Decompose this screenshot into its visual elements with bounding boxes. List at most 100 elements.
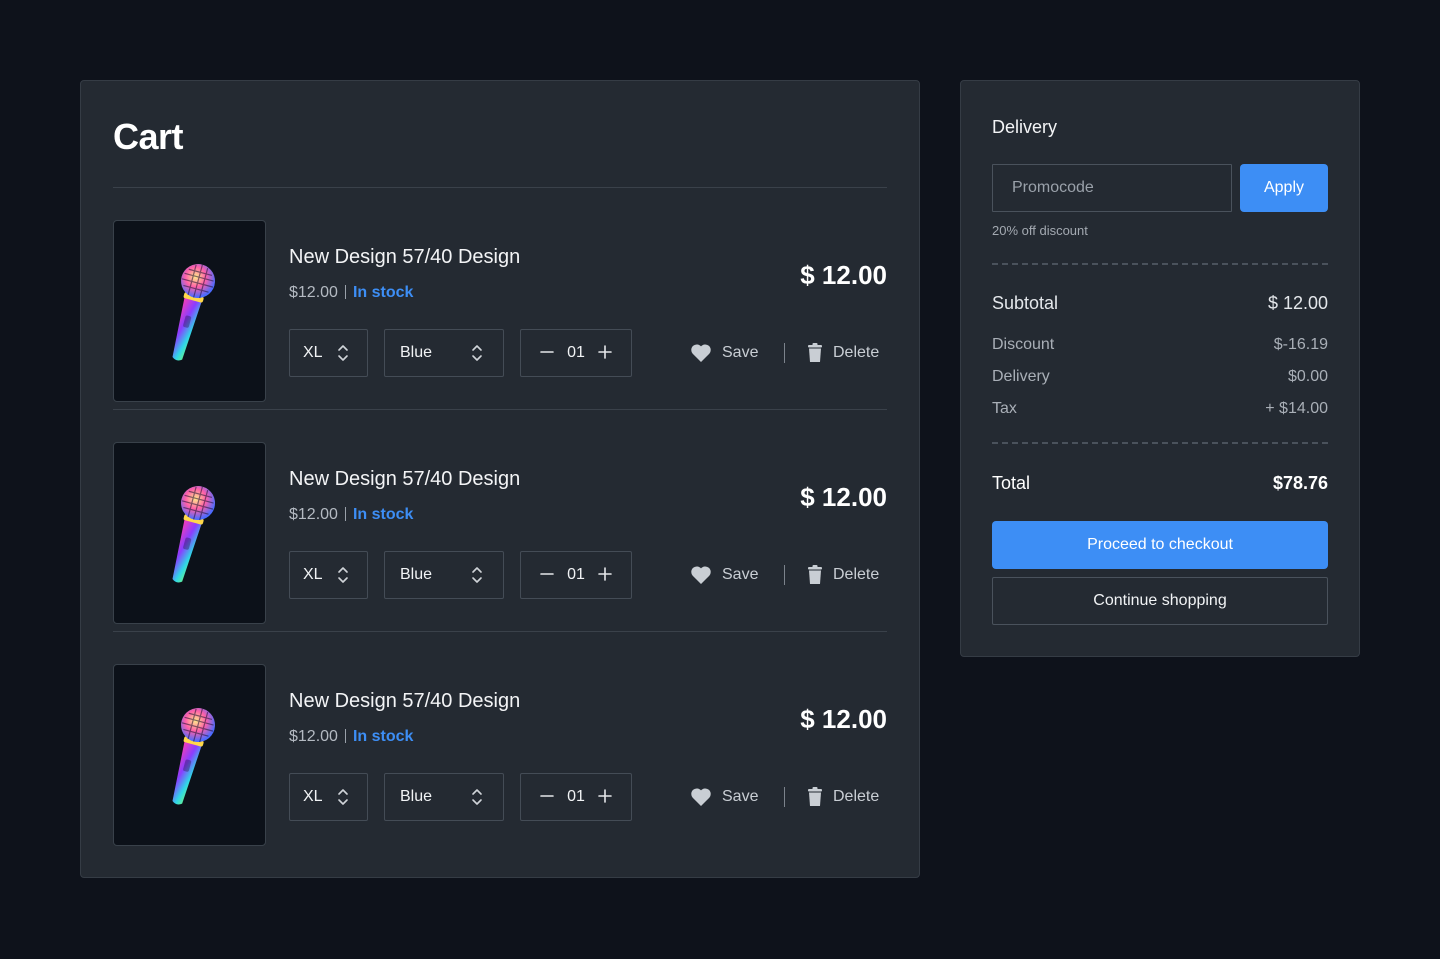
delete-button[interactable]: Delete	[807, 773, 879, 821]
color-value: Blue	[400, 566, 433, 583]
stock-status: In stock	[352, 728, 414, 745]
heart-icon	[691, 344, 711, 362]
plus-icon	[598, 345, 612, 359]
proceed-to-checkout-button[interactable]: Proceed to checkout	[992, 521, 1328, 569]
tax-value: + $14.00	[1265, 400, 1328, 417]
continue-shopping-button[interactable]: Continue shopping	[992, 577, 1328, 625]
discount-label: Discount	[992, 336, 1055, 353]
color-value: Blue	[400, 788, 433, 805]
product-image	[113, 220, 266, 402]
size-value: XL	[303, 344, 323, 361]
increase-quantity-button[interactable]	[590, 342, 620, 364]
product-name: New Design 57/40 Design	[289, 246, 521, 268]
delete-label: Delete	[833, 344, 880, 361]
subtotal-label: Subtotal	[992, 293, 1059, 313]
delivery-value: $0.00	[1287, 368, 1328, 385]
decrease-quantity-button[interactable]	[532, 564, 562, 586]
minus-icon	[540, 795, 554, 797]
microphone-icon	[171, 486, 215, 583]
color-value: Blue	[400, 344, 433, 361]
heart-icon	[691, 566, 711, 584]
product-name: New Design 57/40 Design	[289, 690, 521, 712]
delivery-label: Delivery	[992, 368, 1050, 385]
order-summary-panel: Delivery Apply 20% off discount Subtotal…	[960, 80, 1360, 657]
stock-status: In stock	[352, 506, 414, 523]
discount-row: Discount $-16.19	[992, 336, 1328, 354]
unit-price: $12.00	[289, 728, 338, 745]
subtotal-value: $ 12.00	[1267, 293, 1328, 313]
minus-icon	[540, 351, 554, 353]
cart-items: New Design 57/40 Design $12.00 In stock $…	[113, 188, 887, 854]
size-select[interactable]: XL	[289, 551, 368, 599]
divider	[344, 729, 346, 743]
quantity-value: 01	[567, 566, 585, 583]
tax-row: Tax + $14.00	[992, 400, 1328, 418]
item-total-price: $ 12.00	[800, 260, 887, 290]
quantity-value: 01	[567, 344, 585, 361]
quantity-stepper: 01	[520, 329, 632, 377]
chevron-updown-icon	[472, 789, 482, 805]
unit-price: $12.00	[289, 284, 338, 301]
divider	[992, 263, 1328, 265]
save-button[interactable]: Save	[690, 329, 758, 377]
minus-icon	[540, 573, 554, 575]
decrease-quantity-button[interactable]	[532, 342, 562, 364]
product-image	[113, 664, 266, 846]
color-select[interactable]: Blue	[384, 551, 504, 599]
trash-icon	[808, 787, 822, 806]
promo-hint: 20% off discount	[992, 223, 1088, 238]
chevron-updown-icon	[472, 567, 482, 583]
trash-icon	[808, 343, 822, 362]
delete-button[interactable]: Delete	[807, 551, 879, 599]
total-row: Total $78.76	[992, 473, 1328, 494]
decrease-quantity-button[interactable]	[532, 786, 562, 808]
item-total-price: $ 12.00	[800, 704, 887, 734]
save-button[interactable]: Save	[690, 551, 758, 599]
plus-icon	[598, 789, 612, 803]
divider	[784, 565, 785, 585]
delivery-row: Delivery $0.00	[992, 368, 1328, 386]
microphone-icon	[171, 708, 215, 805]
trash-icon	[808, 565, 822, 584]
heart-icon	[691, 788, 711, 806]
delivery-title: Delivery	[992, 117, 1058, 137]
total-label: Total	[992, 473, 1031, 493]
cart-item: New Design 57/40 Design $12.00 In stock $…	[113, 632, 887, 854]
increase-quantity-button[interactable]	[590, 564, 620, 586]
divider	[784, 787, 785, 807]
chevron-updown-icon	[338, 567, 348, 583]
product-meta: $12.00 In stock	[289, 506, 413, 524]
delete-label: Delete	[833, 566, 880, 583]
tax-label: Tax	[992, 400, 1017, 417]
divider	[784, 343, 785, 363]
cart-panel: Cart New Design 57/40 Design $12.00 In s…	[80, 80, 920, 878]
divider	[992, 442, 1328, 444]
product-meta: $12.00 In stock	[289, 728, 413, 746]
quantity-stepper: 01	[520, 773, 632, 821]
color-select[interactable]: Blue	[384, 773, 504, 821]
color-select[interactable]: Blue	[384, 329, 504, 377]
size-select[interactable]: XL	[289, 329, 368, 377]
plus-icon	[598, 567, 612, 581]
product-meta: $12.00 In stock	[289, 284, 413, 302]
divider	[344, 507, 346, 521]
chevron-updown-icon	[338, 789, 348, 805]
product-image	[113, 442, 266, 624]
total-value: $78.76	[1272, 473, 1328, 493]
delete-button[interactable]: Delete	[807, 329, 879, 377]
apply-promo-button[interactable]: Apply	[1240, 164, 1328, 212]
microphone-icon	[171, 264, 215, 361]
save-label: Save	[722, 344, 759, 361]
chevron-updown-icon	[472, 345, 482, 361]
save-label: Save	[722, 788, 759, 805]
quantity-value: 01	[567, 788, 585, 805]
subtotal-row: Subtotal $ 12.00	[992, 293, 1328, 314]
increase-quantity-button[interactable]	[590, 786, 620, 808]
size-value: XL	[303, 788, 323, 805]
cart-item: New Design 57/40 Design $12.00 In stock $…	[113, 410, 887, 632]
promocode-input[interactable]	[992, 164, 1232, 212]
size-select[interactable]: XL	[289, 773, 368, 821]
stock-status: In stock	[352, 284, 414, 301]
delete-label: Delete	[833, 788, 880, 805]
save-button[interactable]: Save	[690, 773, 758, 821]
